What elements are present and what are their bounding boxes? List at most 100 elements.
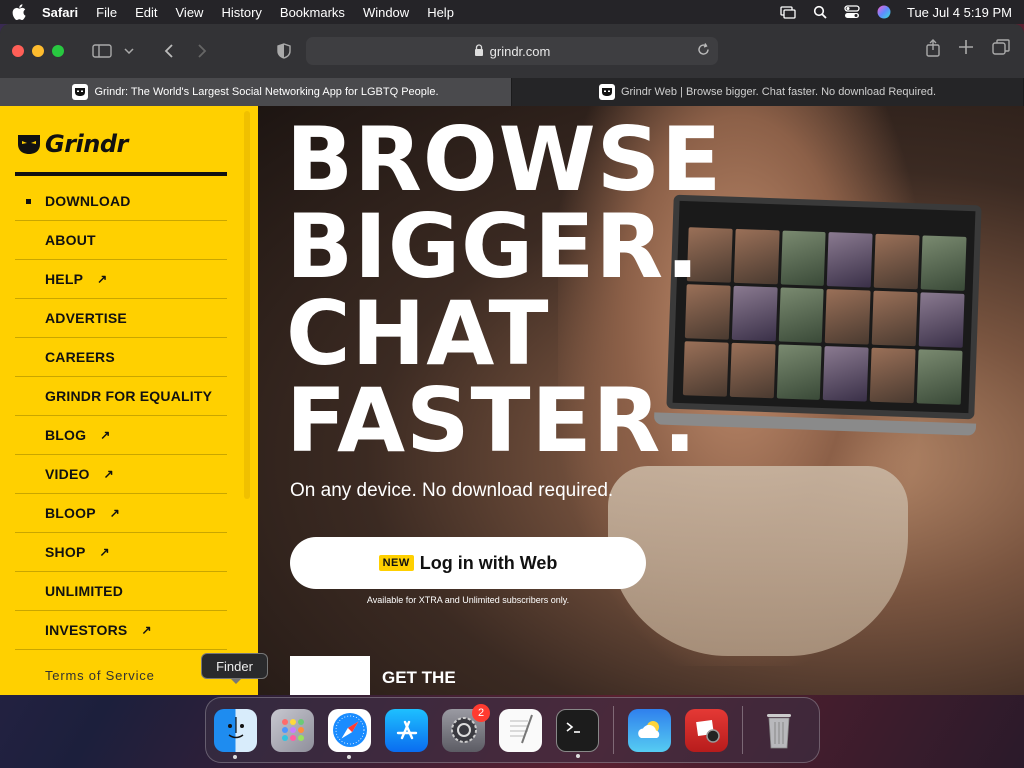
macos-dock: 2 [205,697,820,763]
safari-icon[interactable] [328,708,371,759]
sidebar-item-label: INVESTORS [45,622,128,638]
active-bullet-icon [26,199,31,204]
minimize-window-button[interactable] [32,45,44,57]
finder-icon[interactable] [214,708,257,759]
menu-bookmarks[interactable]: Bookmarks [280,5,345,20]
sidebar-item-shop[interactable]: SHOP ↗ [15,533,227,572]
safari-window: grindr.com Grindr: The World's Largest S… [0,24,1024,695]
running-indicator [347,754,351,759]
forward-icon[interactable] [188,39,216,63]
close-window-button[interactable] [12,45,24,57]
sidebar-item-bloop[interactable]: BLOOP ↗ [15,494,227,533]
photo-booth-icon[interactable] [685,708,728,752]
external-link-icon: ↗ [97,272,108,286]
privacy-shield-icon[interactable] [270,39,298,63]
back-icon[interactable] [154,39,182,63]
menu-window[interactable]: Window [363,5,409,20]
sidebar-toggle-icon[interactable] [88,39,116,63]
sidebar-item-video[interactable]: VIDEO ↗ [15,455,227,494]
sidebar-item-label: CAREERS [45,349,115,365]
sidebar-item-label: BLOG [45,427,87,443]
hero-headline: BROWSE BIGGER. CHAT FASTER. [286,108,723,472]
menubar-status-area: Tue Jul 4 5:19 PM [779,5,1012,20]
control-center-icon[interactable] [843,5,861,19]
grindr-favicon-icon [72,84,89,100]
app-store-icon[interactable] [385,708,428,752]
sidebar-item-label: UNLIMITED [45,583,124,599]
sidebar-item-advertise[interactable]: ADVERTISE [15,299,227,338]
zoom-window-button[interactable] [52,45,64,57]
sidebar-item-download[interactable]: DOWNLOAD [15,182,227,221]
sidebar-item-about[interactable]: ABOUT [15,221,227,260]
menu-history[interactable]: History [221,5,261,20]
terminal-icon[interactable] [556,708,599,758]
external-link-icon: ↗ [109,506,121,520]
tab-grindr-home[interactable]: Grindr: The World's Largest Social Netwo… [0,78,512,106]
launchpad-icon[interactable] [271,708,314,752]
hero-photo-detail [608,466,908,656]
menu-file[interactable]: File [96,5,117,20]
textedit-icon[interactable] [499,708,542,752]
headline-line: BIGGER. [286,195,701,298]
address-bar[interactable]: grindr.com [306,37,718,65]
new-tab-icon[interactable] [958,39,974,62]
promo-image [290,656,370,695]
spotlight-icon[interactable] [811,5,829,19]
browser-toolbar: grindr.com [0,24,1024,78]
sidebar-item-help[interactable]: HELP ↗ [15,260,227,299]
hero-subhead: On any device. No download required. [290,480,614,501]
sidebar-item-grindr-for-equality[interactable]: GRINDR FOR EQUALITY [15,377,227,416]
tab-overview-icon[interactable] [992,39,1010,62]
sidebar-nav: DOWNLOAD ABOUT HELP ↗ ADVERTISE CAREERS GRINDR… [15,182,227,650]
sidebar-item-blog[interactable]: BLOG ↗ [15,416,227,455]
toolbar-right-actions [926,39,1010,62]
grindr-favicon-icon [598,84,615,100]
share-icon[interactable] [926,39,940,62]
site-sidebar: Grindr DOWNLOAD ABOUT HELP ↗ ADVERTISE CAREER… [0,106,258,695]
promo-heading: GET THE [382,668,456,687]
grindr-mask-icon [18,135,40,154]
sidebar-scrollbar[interactable] [244,111,250,499]
reload-icon[interactable] [697,43,710,59]
dock-separator [742,706,743,754]
login-button-label: Log in with Web [419,552,558,573]
menu-edit[interactable]: Edit [135,5,157,20]
dock-tooltip: Finder [201,653,268,684]
sidebar-item-label: BLOOP [45,505,96,521]
sidebar-item-label: VIDEO [45,466,90,482]
notification-badge: 2 [472,703,490,722]
menu-view[interactable]: View [176,5,204,20]
web-content: Grindr DOWNLOAD ABOUT HELP ↗ ADVERTISE CAREER… [0,106,1024,695]
weather-icon[interactable] [628,708,671,752]
headline-line: CHAT [286,282,550,385]
menu-app-name[interactable]: Safari [42,5,78,20]
apple-icon[interactable] [12,4,26,20]
sidebar-item-label: GRINDR FOR EQUALITY [45,388,213,404]
headline-line: BROWSE [286,108,723,211]
hero-section: BROWSE BIGGER. CHAT FASTER. On any devic… [258,106,1024,695]
menubar-clock[interactable]: Tue Jul 4 5:19 PM [907,5,1012,20]
url-text: grindr.com [489,43,551,59]
trash-icon[interactable] [757,709,800,752]
sidebar-item-careers[interactable]: CAREERS [15,338,227,377]
screen-mirror-icon[interactable] [779,5,797,19]
dock-separator [613,706,614,754]
logo-text: Grindr [45,130,128,158]
sidebar-item-investors[interactable]: INVESTORS ↗ [15,611,227,650]
tab-title: Grindr Web | Browse bigger. Chat faster.… [620,86,937,98]
login-with-web-button[interactable]: NEW Log in with Web [290,537,646,589]
siri-icon[interactable] [875,5,893,19]
tab-bar: Grindr: The World's Largest Social Netwo… [0,78,1024,106]
grindr-logo[interactable]: Grindr [17,130,258,158]
sidebar-item-unlimited[interactable]: UNLIMITED [15,572,227,611]
sidebar-item-label: ADVERTISE [45,310,127,326]
external-link-icon: ↗ [103,467,114,481]
laptop-screen-grid [682,227,967,405]
chevron-down-icon[interactable] [122,39,136,63]
system-settings-icon[interactable]: 2 [442,703,490,752]
tab-grindr-web[interactable]: Grindr Web | Browse bigger. Chat faster.… [512,78,1024,106]
menu-help[interactable]: Help [427,5,454,20]
headline-line: FASTER. [286,369,698,472]
external-link-icon: ↗ [100,428,111,442]
running-indicator [233,754,237,759]
